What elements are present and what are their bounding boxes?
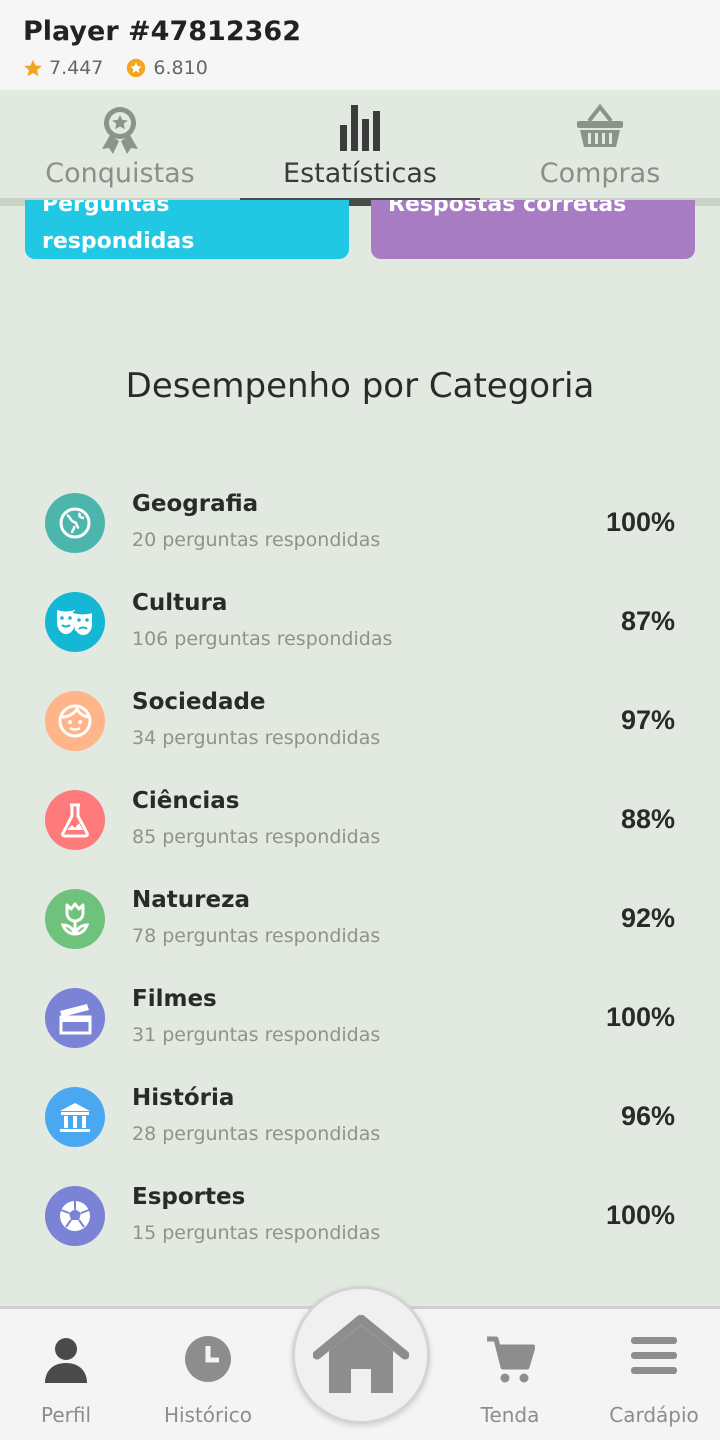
category-row-natureza[interactable]: Natureza 78 perguntas respondidas 92% xyxy=(0,887,720,969)
museum-icon xyxy=(45,1087,105,1147)
nav-label: Tenda xyxy=(480,1403,540,1427)
tab-conquistas[interactable]: Conquistas xyxy=(0,90,240,202)
category-percentage: 96% xyxy=(620,1101,675,1131)
category-percentage: 100% xyxy=(605,1002,675,1032)
person-icon xyxy=(45,1338,87,1383)
medal-icon xyxy=(102,107,138,154)
nav-label: Histórico xyxy=(163,1403,253,1427)
nav-historico[interactable]: Histórico xyxy=(142,1309,274,1440)
category-name: Cultura xyxy=(132,590,228,616)
category-percentage: 100% xyxy=(605,1200,675,1230)
category-count: 78 perguntas respondidas xyxy=(132,925,381,947)
home-icon xyxy=(313,1315,409,1393)
clock-icon xyxy=(185,1336,231,1382)
tab-label: Compras xyxy=(539,158,661,189)
category-row-esportes[interactable]: Esportes 15 perguntas respondidas 100% xyxy=(0,1184,720,1266)
card-label: Respostas corretas xyxy=(388,200,627,217)
category-count: 31 perguntas respondidas xyxy=(132,1024,381,1046)
basket-icon xyxy=(577,103,623,147)
coin-icon xyxy=(127,58,146,78)
category-name: Natureza xyxy=(132,887,250,913)
section-title: Desempenho por Categoria xyxy=(125,366,595,406)
player-name: Player #47812362 xyxy=(23,16,301,47)
tab-label: Conquistas xyxy=(45,158,195,189)
tab-compras[interactable]: Compras xyxy=(480,90,720,202)
category-name: Geografia xyxy=(132,491,259,517)
menu-icon xyxy=(631,1337,677,1374)
top-bar: Player #47812362 7.447 6.810 xyxy=(0,0,720,90)
tab-label: Estatísticas xyxy=(283,158,437,189)
flask-icon xyxy=(45,790,105,850)
category-row-geografia[interactable]: Geografia 20 perguntas respondidas 100% xyxy=(0,491,720,573)
category-name: Sociedade xyxy=(132,689,266,715)
category-percentage: 97% xyxy=(620,705,675,735)
face-icon xyxy=(45,691,105,751)
category-name: Filmes xyxy=(132,986,217,1012)
category-count: 20 perguntas respondidas xyxy=(132,529,381,551)
category-percentage: 92% xyxy=(620,903,675,933)
category-count: 15 perguntas respondidas xyxy=(132,1222,381,1244)
stars-value: 7.447 xyxy=(49,57,104,79)
nav-label: Cardápio xyxy=(609,1403,699,1427)
stars-stat: 7.447 xyxy=(23,57,103,79)
category-row-ciencias[interactable]: Ciências 85 perguntas respondidas 88% xyxy=(0,788,720,870)
category-percentage: 100% xyxy=(605,507,675,537)
category-name: Esportes xyxy=(132,1184,246,1210)
category-row-filmes[interactable]: Filmes 31 perguntas respondidas 100% xyxy=(0,986,720,1068)
clapperboard-icon xyxy=(45,988,105,1048)
answered-card[interactable]: Perguntas respondidas xyxy=(25,200,349,259)
category-count: 34 perguntas respondidas xyxy=(132,727,381,749)
category-count: 28 perguntas respondidas xyxy=(132,1123,381,1145)
star-icon xyxy=(24,59,42,77)
category-count: 106 perguntas respondidas xyxy=(132,628,393,650)
category-count: 85 perguntas respondidas xyxy=(132,826,381,848)
category-row-cultura[interactable]: Cultura 106 perguntas respondidas 87% xyxy=(0,590,720,672)
category-row-sociedade[interactable]: Sociedade 34 perguntas respondidas 97% xyxy=(0,689,720,771)
coins-value: 6.810 xyxy=(153,57,208,79)
cart-icon xyxy=(487,1336,535,1383)
card-label-line2: respondidas xyxy=(42,229,195,254)
tulip-icon xyxy=(45,889,105,949)
correct-card[interactable]: Respostas corretas xyxy=(371,200,695,259)
globe-icon xyxy=(45,493,105,553)
coins-stat: 6.810 xyxy=(125,57,208,79)
bar-chart-icon xyxy=(340,105,380,151)
category-name: História xyxy=(132,1085,235,1111)
nav-cardapio[interactable]: Cardápio xyxy=(588,1309,720,1440)
nav-tenda[interactable]: Tenda xyxy=(444,1309,576,1440)
card-label-line1: Perguntas xyxy=(42,200,170,217)
home-button[interactable] xyxy=(292,1286,430,1424)
nav-label: Perfil xyxy=(40,1403,92,1427)
tab-bar: Conquistas Estatísticas Compras xyxy=(0,90,720,208)
category-percentage: 88% xyxy=(620,804,675,834)
category-row-historia[interactable]: História 28 perguntas respondidas 96% xyxy=(0,1085,720,1167)
category-percentage: 87% xyxy=(620,606,675,636)
tab-estatisticas[interactable]: Estatísticas xyxy=(240,90,480,202)
soccer-ball-icon xyxy=(45,1186,105,1246)
player-stats: 7.447 6.810 xyxy=(23,57,230,79)
nav-perfil[interactable]: Perfil xyxy=(0,1309,132,1440)
category-name: Ciências xyxy=(132,788,240,814)
theater-masks-icon xyxy=(45,592,105,652)
